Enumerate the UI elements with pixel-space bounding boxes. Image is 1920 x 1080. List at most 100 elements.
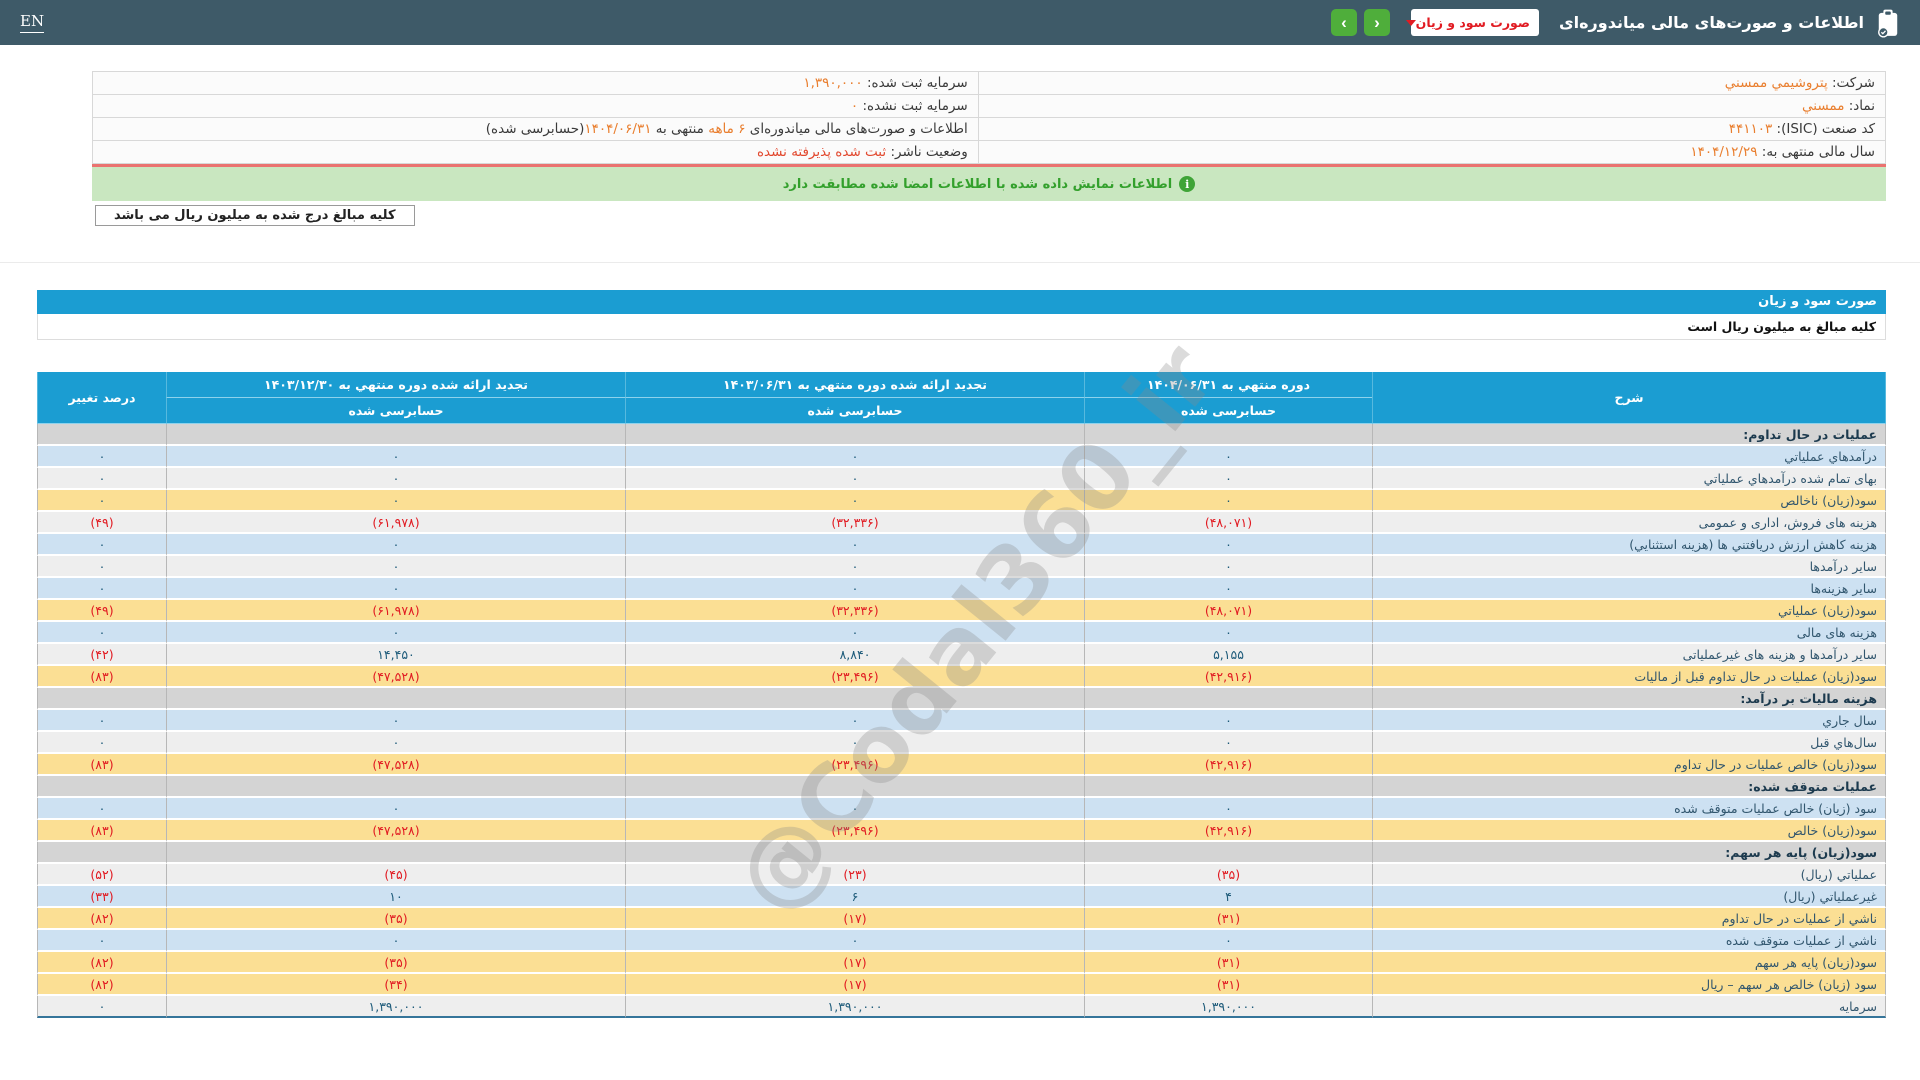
row-label: عملیات در حال تداوم: xyxy=(1372,424,1886,446)
value-current-period: ۰ xyxy=(1084,930,1372,952)
table-row: عملیاتي (ریال) (۳۵) (۲۳) (۴۵) (۵۲) xyxy=(37,864,1886,886)
header-audit-status-3: حسابرسی شده xyxy=(166,398,625,424)
value-percent-change: ۰ xyxy=(37,996,166,1018)
company-label: شرکت: xyxy=(1832,75,1875,91)
value-restated-prior-period: (۲۳) xyxy=(625,864,1084,886)
value-current-period: ۰ xyxy=(1084,710,1372,732)
row-label: سود(زیان) پایه هر سهم: xyxy=(1372,842,1886,864)
row-label: سایر درآمدها و هزینه های غیرعملیاتی xyxy=(1372,644,1886,666)
nav-previous-button[interactable]: ‹ xyxy=(1363,9,1390,36)
unit-tab-row: کلیه مبالغ درج شده به میلیون ریال می باش… xyxy=(95,204,1920,226)
table-row: درآمدهاي عملياتي ۰ ۰ ۰ ۰ xyxy=(37,446,1886,468)
value-restated-prior-period: ۰ xyxy=(625,798,1084,820)
value-restated-prior-period: ۶ xyxy=(625,886,1084,908)
issuer-status-cell: وضعیت ناشر: ثبت شده پذیرفته نشده xyxy=(92,140,979,164)
registered-capital-label: سرمایه ثبت شده: xyxy=(866,75,968,91)
header-restated-prior-period: تجدید ارائه شده دوره منتهي به ۱۴۰۳/۰۶/۳۱ xyxy=(625,372,1084,398)
table-row: هزینه های فروش، اداری و عمومی (۴۸,۰۷۱) (… xyxy=(37,512,1886,534)
statement-nav-buttons: ‹ › xyxy=(1330,9,1390,36)
header-audit-status-2: حسابرسی شده xyxy=(625,398,1084,424)
header-audit-status-1: حسابرسی شده xyxy=(1084,398,1372,424)
row-label: سود(زیان) پایه هر سهم xyxy=(1372,952,1886,974)
value-percent-change: (۵۲) xyxy=(37,864,166,886)
table-row: ناشي از عملیات در حال تداوم (۳۱) (۱۷) (۳… xyxy=(37,908,1886,930)
value-current-period: ۰ xyxy=(1084,534,1372,556)
table-row: سود (زیان) خالص هر سهم – ریال (۳۱) (۱۷) … xyxy=(37,974,1886,996)
value-percent-change xyxy=(37,842,166,864)
period-end-date: ۱۴۰۴/۰۶/۳۱ xyxy=(584,121,652,137)
row-label: غیرعملیاتي (ریال) xyxy=(1372,886,1886,908)
value-restated-prior-year: (۳۵) xyxy=(166,908,625,930)
nav-next-button[interactable]: › xyxy=(1330,9,1357,36)
value-current-period xyxy=(1084,842,1372,864)
row-label: سایر درآمدها xyxy=(1372,556,1886,578)
value-restated-prior-year xyxy=(166,776,625,798)
row-label: سود(زیان) عملیاتي xyxy=(1372,600,1886,622)
row-label: سود(زیان) عملیات در حال تداوم قبل از مال… xyxy=(1372,666,1886,688)
table-row: سود(زیان) خالص عملیات در حال تداوم (۴۲,۹… xyxy=(37,754,1886,776)
chevron-left-icon: ‹ xyxy=(1374,13,1380,32)
table-row: عملیات متوقف شده: xyxy=(37,776,1886,798)
statement-select-value: صورت سود و زیان xyxy=(1415,15,1530,30)
value-restated-prior-year: ۰ xyxy=(166,622,625,644)
section-divider xyxy=(0,262,1920,263)
period-months: ۶ ماهه xyxy=(708,121,746,137)
value-restated-prior-period: (۳۲,۳۳۶) xyxy=(625,600,1084,622)
period-line-prefix: اطلاعات و صورت‌های مالی میاندوره‌ای xyxy=(745,121,968,137)
row-label: عملیات متوقف شده: xyxy=(1372,776,1886,798)
value-percent-change: ۰ xyxy=(37,930,166,952)
signature-match-banner: i اطلاعات نمایش داده شده با اطلاعات امضا… xyxy=(92,167,1886,201)
value-restated-prior-year xyxy=(166,424,625,446)
table-row: غیرعملیاتي (ریال) ۴ ۶ ۱۰ (۳۳) xyxy=(37,886,1886,908)
unregistered-capital-cell: سرمایه ثبت نشده: ۰ xyxy=(92,94,979,118)
value-percent-change: ۰ xyxy=(37,490,166,512)
income-statement-table: شرح دوره منتهي به ۱۴۰۴/۰۶/۳۱ تجدید ارائه… xyxy=(37,372,1886,1018)
value-restated-prior-period xyxy=(625,424,1084,446)
value-current-period: (۴۸,۰۷۱) xyxy=(1084,512,1372,534)
value-percent-change: (۳۳) xyxy=(37,886,166,908)
fiscal-year-label: سال مالی منتهی به: xyxy=(1761,144,1875,160)
value-restated-prior-year: (۳۴) xyxy=(166,974,625,996)
row-label: سال جاري xyxy=(1372,710,1886,732)
value-restated-prior-period: (۱۷) xyxy=(625,974,1084,996)
header-percent-change: درصد تغییر xyxy=(37,372,166,424)
table-row: سال جاري ۰ ۰ ۰ ۰ xyxy=(37,710,1886,732)
language-toggle-en[interactable]: EN xyxy=(20,12,45,33)
value-restated-prior-year: ۰ xyxy=(166,930,625,952)
chevron-down-icon xyxy=(1405,19,1416,26)
value-restated-prior-period: ۰ xyxy=(625,732,1084,754)
row-label: بهای تمام شده درآمدهاي عملياتي xyxy=(1372,468,1886,490)
statement-type-select[interactable]: صورت سود و زیان xyxy=(1405,9,1539,36)
value-restated-prior-year: (۴۷,۵۲۸) xyxy=(166,820,625,842)
value-restated-prior-period: ۰ xyxy=(625,468,1084,490)
value-current-period xyxy=(1084,688,1372,710)
value-percent-change: ۰ xyxy=(37,534,166,556)
row-label: ناشي از عملیات در حال تداوم xyxy=(1372,908,1886,930)
table-row: سایر هزینه‌ها ۰ ۰ ۰ ۰ xyxy=(37,578,1886,600)
symbol-label: نماد: xyxy=(1848,98,1875,114)
row-label: هزینه های فروش، اداری و عمومی xyxy=(1372,512,1886,534)
table-row: هزینه کاهش ارزش دریافتني ها (هزینه استثن… xyxy=(37,534,1886,556)
value-restated-prior-period: (۱۷) xyxy=(625,908,1084,930)
value-restated-prior-period xyxy=(625,842,1084,864)
value-restated-prior-period: ۰ xyxy=(625,930,1084,952)
table-row: سود (زیان) خالص عملیات متوقف شده ۰ ۰ ۰ ۰ xyxy=(37,798,1886,820)
row-label: سود (زیان) خالص عملیات متوقف شده xyxy=(1372,798,1886,820)
value-restated-prior-period: ۱,۳۹۰,۰۰۰ xyxy=(625,996,1084,1018)
value-restated-prior-period: (۲۳,۴۹۶) xyxy=(625,820,1084,842)
income-table-body: عملیات در حال تداوم: درآمدهاي عملياتي ۰ … xyxy=(37,424,1886,1018)
row-label: سایر هزینه‌ها xyxy=(1372,578,1886,600)
value-current-period: (۴۲,۹۱۶) xyxy=(1084,820,1372,842)
company-info-table: شرکت: پتروشیمي ممسني سرمایه ثبت شده: ۱,۳… xyxy=(92,71,1887,164)
value-current-period: ۰ xyxy=(1084,490,1372,512)
value-percent-change: ۰ xyxy=(37,578,166,600)
value-restated-prior-year: ۱۴,۴۵۰ xyxy=(166,644,625,666)
value-percent-change: ۰ xyxy=(37,798,166,820)
period-line-mid: منتهی به xyxy=(651,121,709,137)
unit-tab[interactable]: کلیه مبالغ درج شده به میلیون ریال می باش… xyxy=(95,205,415,226)
value-restated-prior-period: (۳۲,۳۳۶) xyxy=(625,512,1084,534)
value-restated-prior-year: (۴۷,۵۲۸) xyxy=(166,754,625,776)
fiscal-year-value: ۱۴۰۴/۱۲/۲۹ xyxy=(1690,144,1758,160)
registered-capital-value: ۱,۳۹۰,۰۰۰ xyxy=(803,75,863,91)
row-label: عملیاتي (ریال) xyxy=(1372,864,1886,886)
